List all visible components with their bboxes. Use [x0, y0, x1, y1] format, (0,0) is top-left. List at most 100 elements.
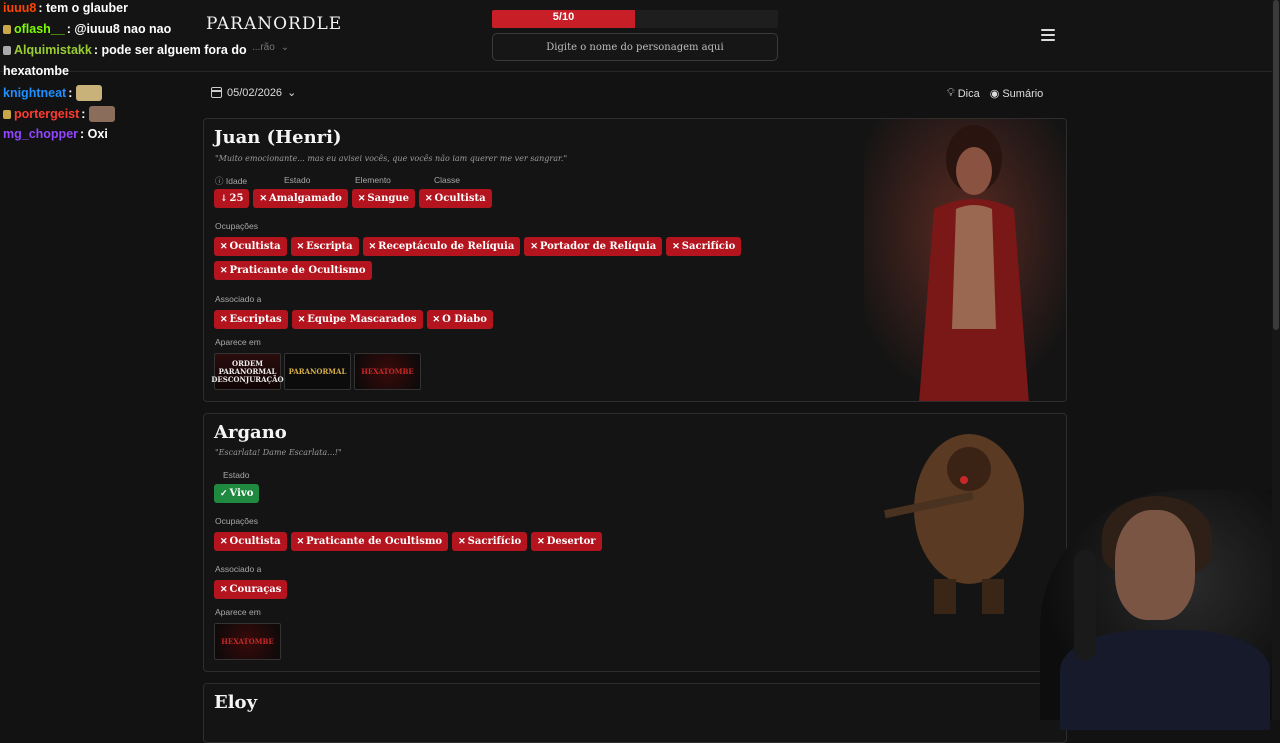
campaign-thumbnail[interactable]: PARANORMAL [284, 353, 351, 390]
date-label: 05/02/2026 [227, 86, 283, 99]
element-label: Elemento [355, 175, 391, 185]
occupation-tag: ✕ Sacrifício [452, 532, 528, 551]
occupation-tag: ✕ Sacrifício [666, 237, 742, 256]
chevron-down-icon: ⌄ [280, 42, 290, 53]
class-label: Classe [434, 175, 460, 185]
emote-icon [89, 106, 116, 122]
scrollbar[interactable] [1272, 0, 1280, 720]
guess-card: Juan (Henri) "Muito emocionante... mas e… [203, 118, 1067, 402]
character-search-input[interactable] [492, 33, 778, 61]
occupations-label: Ocupações [215, 516, 258, 526]
occupation-tag: ✕ Praticante de Ocultismo [290, 532, 449, 551]
associated-label: Associado a [215, 564, 262, 574]
chat-message: iuuu8: tem o glauber [3, 1, 128, 15]
state-label: Estado [284, 175, 311, 185]
chat-message: hexatombe [3, 64, 69, 78]
occupations-label: Ocupações [215, 221, 258, 231]
associated-tag: ✕ Escriptas [214, 310, 288, 329]
class-tag: ✕ Ocultista [418, 189, 492, 208]
eye-icon: ◉ [989, 88, 1000, 100]
associated-tag: ✕ Equipe Mascarados [291, 310, 423, 329]
site-logo[interactable]: PARANORDLE [206, 14, 342, 34]
character-portrait [864, 414, 1066, 671]
character-quote: "Muito emocionante... mas eu avisei você… [215, 154, 568, 163]
chat-message: knightneat: [3, 85, 103, 101]
associated-row: ✕ Couraças [214, 580, 288, 599]
character-portrait [864, 119, 1066, 401]
occupation-tag: ✕ Ocultista [214, 532, 287, 551]
occupations-row: ✕ Ocultista ✕ Escripta ✕ Receptáculo de Rel… [214, 237, 794, 280]
x-icon: ✕ [357, 193, 366, 204]
guess-card: Argano "Escarlata! Dame Escarlata...!" E… [203, 413, 1067, 672]
x-icon: ✕ [220, 584, 228, 595]
chat-message: portergeist: [3, 106, 116, 122]
attribute-row: ✓ Vivo [214, 484, 260, 503]
occupations-row: ✕ Ocultista ✕ Praticante de Ocultismo ✕ Sac… [214, 532, 602, 551]
appears-row: ORDEM PARANORMAL DESCONJURAÇÃO PARANORMA… [211, 353, 421, 390]
state-tag: ✓ Vivo [214, 484, 260, 503]
guess-card: Eloy [203, 683, 1067, 743]
x-icon: ✕ [432, 314, 441, 325]
chat-message: Alquimistakk: pode ser alguem fora do [3, 43, 247, 57]
campaign-thumbnail[interactable]: HEXATOMBE [354, 353, 421, 390]
x-icon: ✕ [537, 536, 545, 547]
x-icon: ✕ [220, 314, 228, 325]
state-label: Estado [223, 470, 250, 480]
x-icon: ✕ [259, 193, 268, 204]
arrow-down-icon: ↓ [220, 193, 228, 204]
character-name: Argano [214, 422, 287, 443]
mode-label: ...rão [252, 42, 275, 53]
menu-icon[interactable] [1041, 29, 1055, 41]
summary-button[interactable]: ◉ Sumário [989, 87, 1044, 101]
x-icon: ✕ [220, 241, 228, 252]
date-selector[interactable]: 05/02/2026 ⌄ [211, 86, 296, 99]
x-icon: ✕ [424, 193, 433, 204]
progress-text: 5/10 [552, 11, 575, 23]
appears-row: HEXATOMBE [214, 623, 281, 660]
occupation-tag: ✕ Escripta [290, 237, 359, 256]
x-icon: ✕ [296, 241, 305, 252]
info-icon: ⓘ [215, 176, 224, 186]
hint-button[interactable]: 💡︎ Dica [947, 87, 980, 100]
chevron-down-icon: ⌄ [287, 87, 297, 99]
emote-icon [76, 85, 103, 101]
occupation-tag: ✕ Portador de Relíquia [524, 237, 663, 256]
appears-label: Aparece em [215, 607, 261, 617]
mode-selector[interactable]: ...rão ⌄ [252, 42, 289, 53]
campaign-thumbnail[interactable]: ORDEM PARANORMAL DESCONJURAÇÃO [211, 353, 284, 390]
character-name: Eloy [214, 692, 258, 713]
calendar-icon [211, 87, 222, 98]
x-icon: ✕ [220, 536, 228, 547]
age-tag: ↓ 25 [214, 189, 250, 208]
occupation-tag: ✕ Praticante de Ocultismo [214, 261, 372, 280]
lightbulb-icon: 💡︎ [947, 87, 955, 99]
campaign-thumbnail[interactable]: HEXATOMBE [214, 623, 281, 660]
associated-label: Associado a [215, 294, 262, 304]
character-name: Juan (Henri) [214, 127, 342, 148]
toolbar-links: 💡︎ Dica ◉ Sumário [947, 87, 1043, 100]
x-icon: ✕ [297, 314, 306, 325]
element-tag: ✕ Sangue [351, 189, 415, 208]
occupation-tag: ✕ Ocultista [214, 237, 287, 256]
occupation-tag: ✕ Receptáculo de Relíquia [362, 237, 521, 256]
state-tag: ✕ Amalgamado [253, 189, 348, 208]
x-icon: ✕ [220, 265, 228, 276]
x-icon: ✕ [458, 536, 466, 547]
check-icon: ✓ [220, 488, 228, 499]
x-icon: ✕ [296, 536, 305, 547]
progress-bar: 5/10 [492, 10, 778, 28]
streamer-webcam [1040, 490, 1280, 730]
associated-row: ✕ Escriptas ✕ Equipe Mascarados ✕ O Diabo [214, 310, 493, 329]
top-bar: PARANORDLE ...rão ⌄ 5/10 [0, 0, 1280, 72]
associated-tag: ✕ O Diabo [426, 310, 493, 329]
character-quote: "Escarlata! Dame Escarlata...!" [215, 448, 342, 457]
chat-message: mg_chopper: Oxi [3, 127, 108, 141]
appears-label: Aparece em [215, 337, 261, 347]
x-icon: ✕ [530, 241, 538, 252]
associated-tag: ✕ Couraças [214, 580, 288, 599]
occupation-tag: ✕ Desertor [531, 532, 602, 551]
attribute-row: ↓ 25 ✕ Amalgamado ✕ Sangue ✕ Ocultista [214, 189, 492, 208]
x-icon: ✕ [672, 241, 680, 252]
chat-message: oflash__: @iuuu8 nao nao [3, 22, 171, 36]
age-label: ⓘ Idade [215, 176, 248, 186]
